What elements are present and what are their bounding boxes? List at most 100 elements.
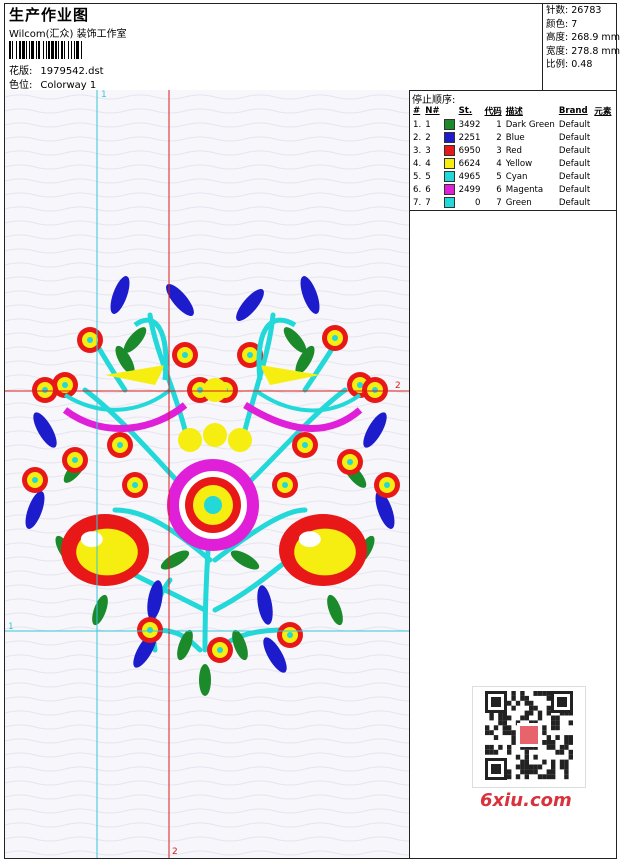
cell-element — [592, 118, 613, 131]
cell-swatch — [442, 144, 457, 157]
cell-stitches: 6950 — [458, 145, 481, 156]
table-row: 6. 6 2499 6 Magenta Default — [411, 183, 613, 196]
cell-stitches: 6624 — [458, 158, 481, 169]
col-element: 元素 — [594, 107, 612, 117]
table-row: 3. 3 6950 3 Red Default — [411, 144, 613, 157]
table-row: 2. 2 2251 2 Blue Default — [411, 131, 613, 144]
table-row: 5. 5 4965 5 Cyan Default — [411, 170, 613, 183]
cell-element — [592, 183, 613, 196]
cell-stitches: 2251 — [458, 132, 481, 143]
cell-brand: Default — [558, 119, 591, 130]
cell-description: Yellow — [505, 158, 533, 169]
cell-code: 4 — [496, 158, 502, 169]
design-file-row: 花版: 1979542.dst — [9, 62, 104, 77]
cell-stitches: 4965 — [458, 171, 481, 182]
cell-needle: 4 — [425, 158, 431, 169]
color-swatch — [443, 171, 455, 182]
color-swatch — [443, 158, 455, 169]
cell-index: 3. — [413, 145, 422, 156]
color-swatch — [443, 184, 455, 195]
col-swatch — [442, 104, 457, 118]
cell-swatch — [442, 157, 457, 170]
cell-index: 1. — [413, 119, 422, 130]
stop-sequence-panel: 停止顺序: # N# St. 代码 描述 Brand 元素 1. 1 3492 1 Da… — [410, 90, 616, 858]
design-height: 高度: 268.9 mm — [546, 32, 620, 44]
barcode-icon — [9, 41, 82, 59]
cell-description: Red — [505, 145, 523, 156]
stitch-count: 针数: 26783 — [546, 5, 602, 16]
cell-description: Green — [505, 197, 532, 208]
cell-needle: 2 — [425, 132, 431, 143]
cell-index: 7. — [413, 197, 422, 208]
table-header-row: # N# St. 代码 描述 Brand 元素 — [411, 104, 613, 118]
col-stitches: St. — [458, 106, 473, 116]
color-count: 颜色: 7 — [546, 18, 578, 30]
colorway-row: 色位: Colorway 1 — [9, 76, 96, 91]
design-preview: 1 2 2 1 — [5, 90, 410, 858]
cell-element — [592, 170, 613, 183]
cell-needle: 5 — [425, 171, 431, 182]
cell-code: 1 — [496, 119, 502, 130]
cell-stitches: 0 — [475, 197, 481, 208]
guide-label-h2: 2 — [395, 381, 401, 391]
cell-brand: Default — [558, 171, 591, 182]
cell-stitches: 2499 — [458, 184, 481, 195]
cell-element — [592, 144, 613, 157]
watermark-text: 6xiu.com — [480, 790, 572, 811]
guide-label-h1: 1 — [8, 622, 14, 632]
color-swatch — [443, 145, 455, 156]
col-description: 描述 — [505, 107, 523, 117]
design-width: 宽度: 278.8 mm — [546, 45, 620, 57]
company-name: Wilcom(汇众) 装饰工作室 — [9, 29, 127, 40]
cell-brand: Default — [558, 158, 591, 169]
cell-needle: 1 — [425, 119, 431, 130]
cell-element — [592, 131, 613, 144]
color-swatch — [443, 132, 455, 143]
sequence-divider — [410, 210, 616, 211]
guide-label-v2: 2 — [172, 847, 178, 857]
cell-index: 4. — [413, 158, 422, 169]
col-code: 代码 — [484, 107, 502, 117]
table-row: 1. 1 3492 1 Dark Green Default — [411, 118, 613, 131]
table-row: 7. 7 0 7 Green Default — [411, 196, 613, 209]
production-sheet: 生产作业图 Wilcom(汇众) 装饰工作室 花版: 1979542.dst 色位… — [4, 3, 620, 859]
design-stats: 针数: 26783 颜色: 7 高度: 268.9 mm 宽度: 278.8 m… — [542, 4, 620, 90]
cell-code: 5 — [496, 171, 502, 182]
color-swatch — [443, 197, 455, 208]
cell-code: 3 — [496, 145, 502, 156]
guide-label-v1: 1 — [101, 90, 107, 100]
cell-swatch — [442, 170, 457, 183]
col-index: # — [413, 106, 421, 116]
cell-brand: Default — [558, 184, 591, 195]
cell-needle: 6 — [425, 184, 431, 195]
sheet-header: 生产作业图 Wilcom(汇众) 装饰工作室 花版: 1979542.dst 色位… — [5, 4, 620, 91]
qr-code-icon — [472, 686, 586, 788]
cell-swatch — [442, 118, 457, 131]
cell-description: Dark Green — [505, 119, 555, 130]
cell-element — [592, 196, 613, 209]
cell-stitches: 3492 — [458, 119, 481, 130]
cell-swatch — [442, 131, 457, 144]
cell-needle: 7 — [425, 197, 431, 208]
color-swatch — [443, 119, 455, 130]
cell-code: 7 — [496, 197, 502, 208]
cell-element — [592, 157, 613, 170]
cell-needle: 3 — [425, 145, 431, 156]
col-brand: Brand — [558, 106, 588, 116]
sheet-title: 生产作业图 — [9, 6, 90, 24]
cell-swatch — [442, 196, 457, 209]
cell-index: 2. — [413, 132, 422, 143]
cell-description: Magenta — [505, 184, 544, 195]
cell-index: 6. — [413, 184, 422, 195]
stop-sequence-table: # N# St. 代码 描述 Brand 元素 1. 1 3492 1 Dark Gre… — [411, 104, 613, 209]
cell-description: Cyan — [505, 171, 528, 182]
cell-code: 2 — [496, 132, 502, 143]
cell-brand: Default — [558, 145, 591, 156]
embroidery-artwork — [5, 90, 409, 858]
cell-swatch — [442, 183, 457, 196]
cell-brand: Default — [558, 197, 591, 208]
cell-code: 6 — [496, 184, 502, 195]
cell-brand: Default — [558, 132, 591, 143]
cell-description: Blue — [505, 132, 525, 143]
cell-index: 5. — [413, 171, 422, 182]
